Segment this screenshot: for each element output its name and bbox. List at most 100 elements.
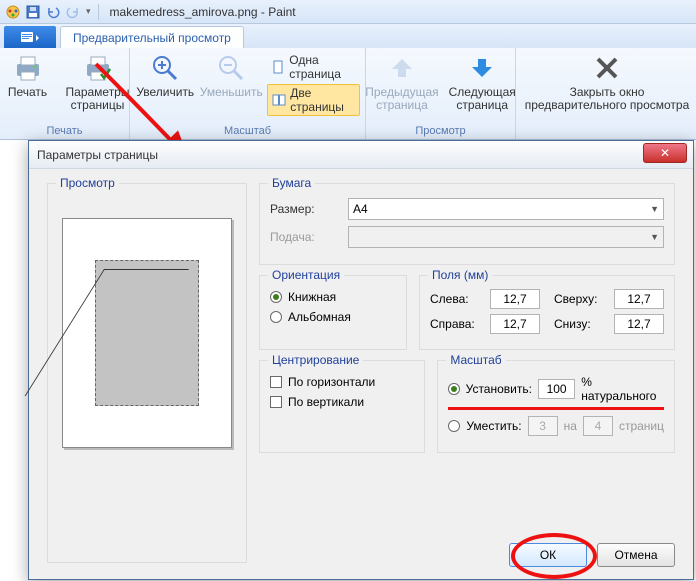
scale-legend: Масштаб <box>446 353 505 367</box>
paper-size-select[interactable]: A4 ▼ <box>348 198 664 220</box>
center-vertical-checkbox[interactable]: По вертикали <box>270 395 414 409</box>
close-preview-label: Закрыть окно предварительного просмотра <box>525 86 690 112</box>
radio-icon <box>270 311 282 323</box>
zoom-out-label: Уменьшить <box>200 86 263 99</box>
margin-top-input[interactable]: 12,7 <box>614 289 664 309</box>
zoom-in-button[interactable]: Увеличить <box>135 50 195 101</box>
margins-legend: Поля (мм) <box>428 268 492 282</box>
margin-left-label: Слева: <box>430 292 484 306</box>
radio-icon <box>270 291 282 303</box>
radio-icon <box>448 420 460 432</box>
scale-fit-label: Уместить: <box>466 419 521 433</box>
one-page-label: Одна страница <box>289 53 356 81</box>
chevron-down-icon: ▼ <box>650 232 659 242</box>
scale-fit-radio[interactable]: Уместить: 3 на 4 страниц <box>448 416 664 436</box>
dialog-titlebar: Параметры страницы ✕ <box>29 141 693 169</box>
save-icon[interactable] <box>24 3 42 21</box>
app-icon <box>4 3 22 21</box>
paper-fieldset: Бумага Размер: A4 ▼ Подача: ▼ <box>259 183 675 265</box>
cancel-button-label: Отмена <box>614 548 657 562</box>
scale-fit-height-input: 4 <box>583 416 613 436</box>
margin-top-label: Сверху: <box>554 292 608 306</box>
customize-qat-arrow-icon[interactable]: ▾ <box>86 6 91 17</box>
close-preview-button[interactable]: Закрыть окно предварительного просмотра <box>522 50 692 114</box>
page-setup-dialog: Параметры страницы ✕ Просмотр Бумага Раз… <box>28 140 694 580</box>
scale-fit-suffix: страниц <box>619 419 664 433</box>
one-page-button[interactable]: Одна страница <box>267 52 360 82</box>
paper-legend: Бумага <box>268 176 315 190</box>
window-title: makemedress_amirova.png - Paint <box>110 5 296 19</box>
ribbon-group-close: Закрыть окно предварительного просмотра <box>516 48 696 139</box>
paper-size-label: Размер: <box>270 202 340 216</box>
ok-button-label: ОК <box>540 548 556 562</box>
margin-right-input[interactable]: 12,7 <box>490 314 540 334</box>
tab-label: Предварительный просмотр <box>73 31 231 45</box>
prev-page-button: Предыдущая страница <box>363 50 440 114</box>
cancel-button[interactable]: Отмена <box>597 543 675 567</box>
zoom-out-button: Уменьшить <box>201 50 261 101</box>
paper-size-value: A4 <box>353 202 368 216</box>
tab-print-preview[interactable]: Предварительный просмотр <box>60 26 244 48</box>
ok-button[interactable]: ОК <box>509 543 587 567</box>
zoom-out-icon <box>215 52 247 84</box>
dialog-close-button[interactable]: ✕ <box>643 143 687 163</box>
group-label: Печать <box>46 125 82 139</box>
chevron-down-icon: ▼ <box>650 204 659 214</box>
zoom-in-icon <box>149 52 181 84</box>
paper-source-label: Подача: <box>270 230 340 244</box>
group-label: Масштаб <box>224 125 271 139</box>
group-label: Просмотр <box>415 125 465 139</box>
center-horizontal-checkbox[interactable]: По горизонтали <box>270 375 414 389</box>
ribbon-tabrow: Предварительный просмотр <box>0 24 696 48</box>
redo-icon[interactable] <box>64 3 82 21</box>
margin-right-label: Справа: <box>430 317 484 331</box>
print-button[interactable]: Печать <box>0 50 58 101</box>
group-label <box>605 125 608 139</box>
margin-bottom-input[interactable]: 12,7 <box>614 314 664 334</box>
checkbox-icon <box>270 396 282 408</box>
scale-percent-input[interactable]: 100 <box>538 379 575 399</box>
ribbon: Печать Параметры страницы Печать Увеличи… <box>0 48 696 140</box>
ribbon-group-print: Печать Параметры страницы Печать <box>0 48 130 139</box>
printer-check-icon <box>82 52 114 84</box>
two-pages-button[interactable]: Две страницы <box>267 84 360 116</box>
page-setup-button-label: Параметры страницы <box>66 86 130 112</box>
page-preview-thumbnail <box>95 260 199 406</box>
checkbox-icon <box>270 376 282 388</box>
centering-fieldset: Центрирование По горизонтали По вертикал… <box>259 360 425 453</box>
undo-icon[interactable] <box>44 3 62 21</box>
two-pages-icon <box>272 92 286 108</box>
dialog-title: Параметры страницы <box>37 148 158 162</box>
print-button-label: Печать <box>8 86 47 99</box>
page-setup-button[interactable]: Параметры страницы <box>64 50 132 114</box>
orientation-landscape-label: Альбомная <box>288 310 351 324</box>
zoom-in-label: Увеличить <box>136 86 194 99</box>
orientation-landscape-radio[interactable]: Альбомная <box>270 310 396 324</box>
two-pages-label: Две страницы <box>290 86 355 114</box>
page-preview <box>62 218 232 448</box>
dialog-button-row: ОК Отмена <box>509 543 675 567</box>
close-x-icon: ✕ <box>660 146 670 160</box>
scale-set-suffix: % натурального <box>581 375 664 403</box>
preview-fieldset: Просмотр <box>47 183 247 563</box>
scale-set-radio[interactable]: Установить: 100 % натурального <box>448 375 664 410</box>
next-page-label: Следующая страница <box>449 86 516 112</box>
prev-page-label: Предыдущая страница <box>365 86 438 112</box>
scale-fieldset: Масштаб Установить: 100 % натурального У… <box>437 360 675 453</box>
next-page-button[interactable]: Следующая страница <box>447 50 518 114</box>
center-vertical-label: По вертикали <box>288 395 364 409</box>
scale-fit-width-input: 3 <box>528 416 558 436</box>
margin-left-input[interactable]: 12,7 <box>490 289 540 309</box>
file-menu-button[interactable] <box>4 26 56 48</box>
arrow-up-icon <box>386 52 418 84</box>
preview-legend: Просмотр <box>56 176 119 190</box>
margins-fieldset: Поля (мм) Слева: 12,7 Сверху: 12,7 Справ… <box>419 275 675 350</box>
paper-source-select: ▼ <box>348 226 664 248</box>
radio-icon <box>448 383 459 395</box>
scale-set-label: Установить: <box>466 382 532 396</box>
orientation-legend: Ориентация <box>268 268 344 282</box>
ribbon-group-zoom: Увеличить Уменьшить Одна страница Две ст… <box>130 48 366 139</box>
orientation-portrait-radio[interactable]: Книжная <box>270 290 396 304</box>
printer-icon <box>12 52 44 84</box>
quick-access-toolbar: ▾ makemedress_amirova.png - Paint <box>0 0 696 24</box>
